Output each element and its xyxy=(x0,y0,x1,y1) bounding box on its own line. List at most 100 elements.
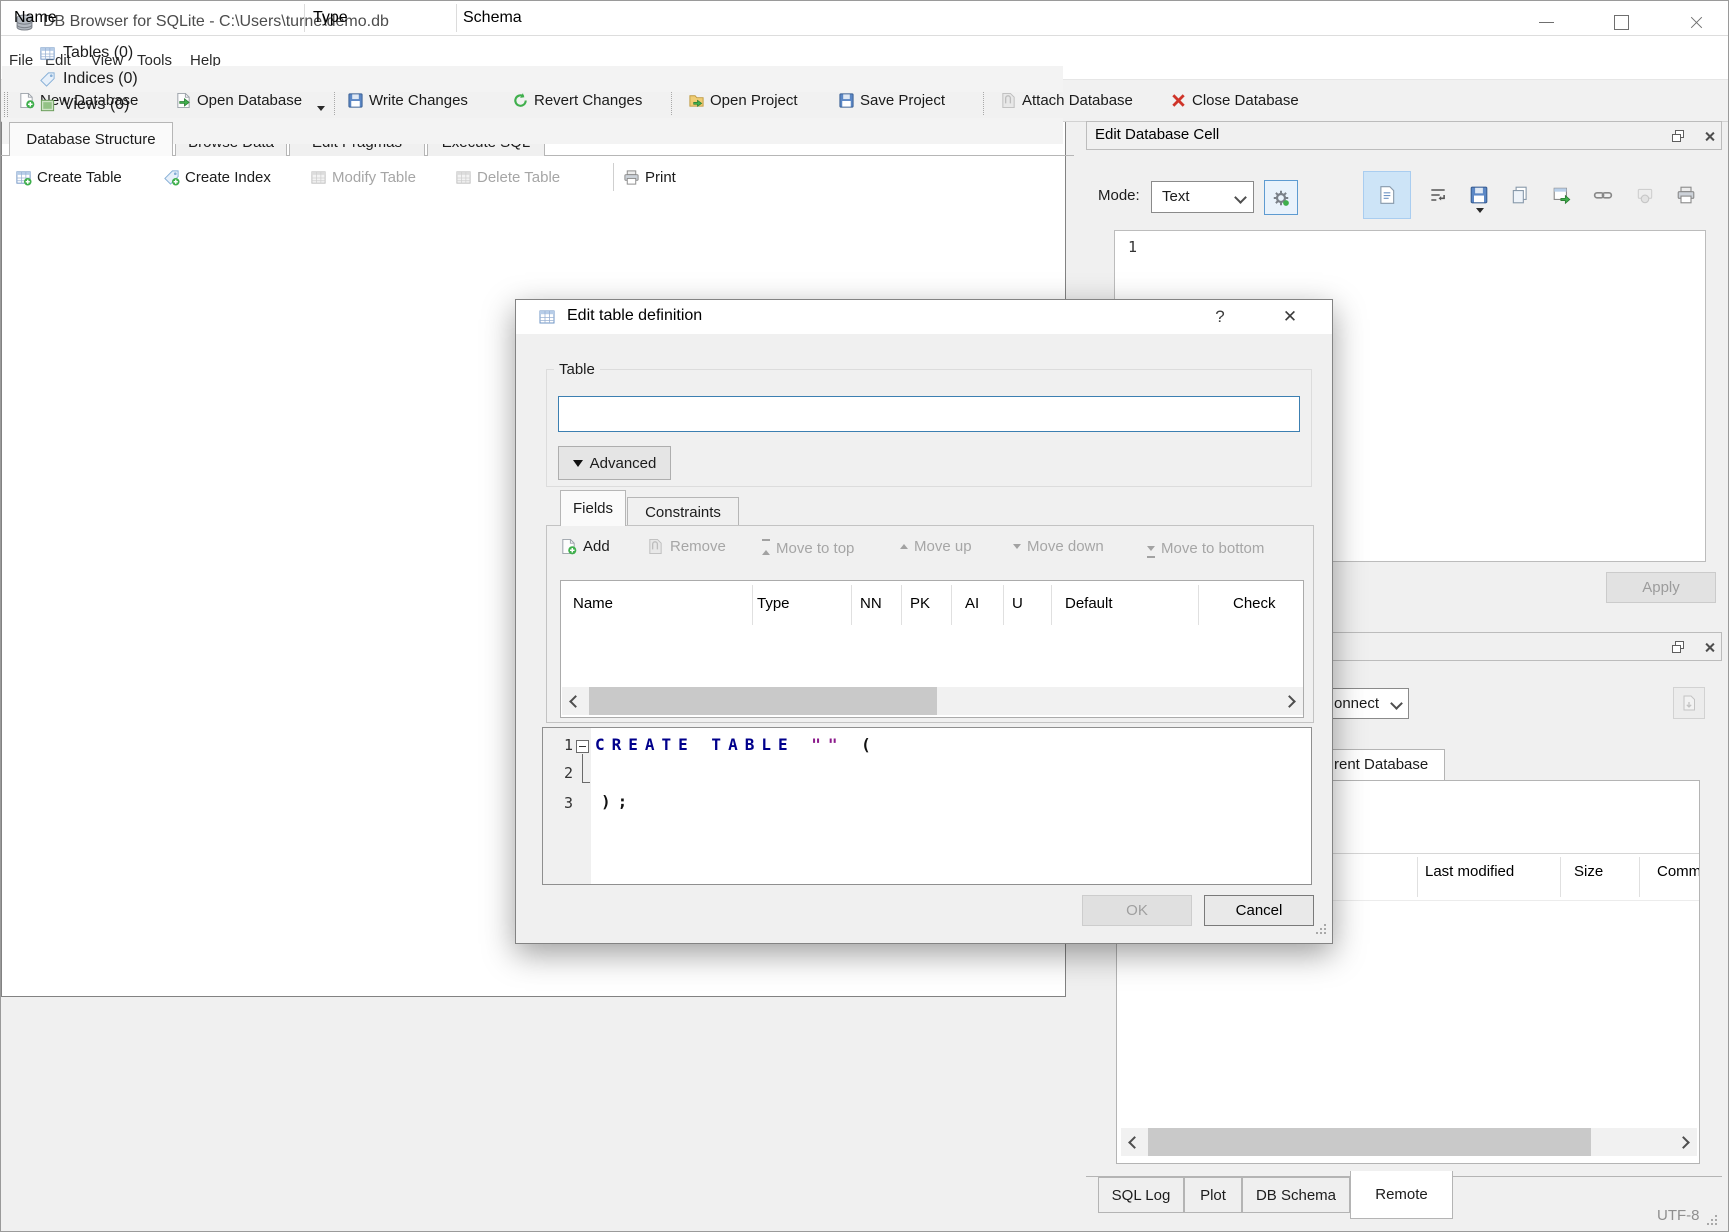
col-check[interactable]: Check xyxy=(1233,595,1276,612)
tab-label: Fields xyxy=(573,500,613,517)
hscrollbar-thumb[interactable] xyxy=(589,687,937,715)
move-down-button[interactable]: Move down xyxy=(1013,538,1104,555)
ok-button[interactable]: OK xyxy=(1082,895,1192,926)
tree-row-tables[interactable]: Tables (0) xyxy=(2,40,1063,66)
col-ai[interactable]: AI xyxy=(965,595,979,612)
tab-db-schema[interactable]: DB Schema xyxy=(1242,1177,1350,1213)
add-field-button[interactable]: Add xyxy=(560,538,610,555)
move-to-bottom-button[interactable]: Move to bottom xyxy=(1147,538,1264,559)
create-index-label: Create Index xyxy=(185,169,271,186)
open-window-icon xyxy=(1552,185,1572,205)
edit-table-dialog: Edit table definition ? ✕ Table Advanced… xyxy=(515,299,1333,944)
close-button[interactable] xyxy=(1678,1,1714,43)
col-u[interactable]: U xyxy=(1012,595,1023,612)
mode-combobox[interactable]: Text xyxy=(1151,181,1254,213)
print-cell-button[interactable] xyxy=(1676,185,1696,205)
tree-row-indices[interactable]: Indices (0) xyxy=(2,66,1063,92)
sql-preview-editor[interactable]: 1 2 3 CREATE TABLE "" ( ); xyxy=(542,727,1312,885)
tab-label: rent Database xyxy=(1334,756,1428,773)
word-wrap-button[interactable] xyxy=(1428,185,1448,205)
link-icon xyxy=(1593,185,1613,205)
create-table-button[interactable]: Create Table xyxy=(15,161,122,193)
remove-label: Remove xyxy=(670,538,726,555)
col-pk[interactable]: PK xyxy=(910,595,930,612)
document-mode-button[interactable] xyxy=(1377,185,1397,205)
apply-button[interactable]: Apply xyxy=(1606,572,1716,603)
scroll-right-arrow[interactable] xyxy=(1276,687,1303,715)
resize-grip[interactable] xyxy=(1707,1223,1709,1225)
advanced-button[interactable]: Advanced xyxy=(558,446,671,480)
sql-line-3: ); xyxy=(601,792,634,811)
tab-plot[interactable]: Plot xyxy=(1184,1177,1242,1213)
cancel-button[interactable]: Cancel xyxy=(1204,895,1314,926)
remote-push-button[interactable] xyxy=(1673,687,1705,719)
tab-label: DB Schema xyxy=(1256,1187,1336,1204)
modify-table-button[interactable]: Modify Table xyxy=(310,161,416,193)
dialog-help-button[interactable]: ? xyxy=(1204,302,1236,331)
delete-table-button[interactable]: Delete Table xyxy=(455,161,560,193)
move-up-button[interactable]: Move up xyxy=(900,538,972,555)
col-type[interactable]: Type xyxy=(757,595,790,612)
create-index-button[interactable]: Create Index xyxy=(163,161,271,193)
upload-icon xyxy=(1680,694,1698,712)
tree-column-type[interactable]: Type xyxy=(313,1,348,35)
tab-sql-log[interactable]: SQL Log xyxy=(1098,1177,1184,1213)
table-name-input[interactable] xyxy=(558,396,1300,432)
column-separator xyxy=(851,585,852,625)
remove-field-button[interactable]: Remove xyxy=(647,538,726,555)
dock-close-button[interactable] xyxy=(1699,638,1719,656)
column-commit[interactable]: Comm xyxy=(1657,863,1700,880)
copy-button[interactable] xyxy=(1510,185,1530,205)
tab-database-structure[interactable]: Database Structure xyxy=(9,122,173,156)
tag-icon xyxy=(39,71,56,88)
import-button[interactable] xyxy=(1469,185,1489,205)
open-external-button[interactable] xyxy=(1552,185,1572,205)
dialog-resize-grip[interactable] xyxy=(1316,932,1318,934)
set-null-button[interactable] xyxy=(1635,185,1655,205)
tab-remote[interactable]: Remote xyxy=(1350,1171,1453,1219)
col-default[interactable]: Default xyxy=(1065,595,1113,612)
tree-row-label: Tables (0) xyxy=(63,44,133,62)
chevron-down-icon xyxy=(1390,697,1403,710)
col-nn[interactable]: NN xyxy=(860,595,882,612)
move-down-label: Move down xyxy=(1027,538,1104,555)
maximize-button[interactable] xyxy=(1603,1,1639,43)
tree-row-views[interactable]: Views (0) xyxy=(2,92,1063,118)
minimize-button[interactable] xyxy=(1528,1,1564,43)
dock-close-button[interactable] xyxy=(1699,127,1719,145)
line-number: 1 xyxy=(543,736,573,754)
column-last-modified[interactable]: Last modified xyxy=(1425,863,1514,880)
hscrollbar-thumb[interactable] xyxy=(1148,1128,1591,1156)
column-separator xyxy=(901,585,902,625)
print-button[interactable]: Print xyxy=(623,161,676,193)
scroll-left-arrow[interactable] xyxy=(562,687,589,715)
col-name[interactable]: Name xyxy=(573,595,613,612)
remove-icon xyxy=(647,538,664,555)
tree-column-name[interactable]: Name xyxy=(14,1,57,35)
tab-label: Remote xyxy=(1375,1186,1428,1203)
tab-constraints[interactable]: Constraints xyxy=(627,497,739,526)
column-size[interactable]: Size xyxy=(1574,863,1603,880)
link-button[interactable] xyxy=(1593,185,1613,205)
tab-fields[interactable]: Fields xyxy=(560,490,626,526)
auto-mode-button[interactable] xyxy=(1264,180,1298,215)
dialog-close-button[interactable]: ✕ xyxy=(1274,302,1306,331)
tree-column-schema[interactable]: Schema xyxy=(463,1,522,35)
fields-grid: Name Type NN PK AI U Default Check xyxy=(560,580,1304,718)
dock-float-button[interactable] xyxy=(1668,127,1688,145)
toolbar-separator xyxy=(613,163,614,191)
close-database-button[interactable]: Close Database xyxy=(1170,80,1299,121)
move-to-top-button[interactable]: Move to top xyxy=(762,538,854,559)
dialog-titlebar[interactable]: Edit table definition ? ✕ xyxy=(516,300,1332,334)
apply-label: Apply xyxy=(1642,579,1680,596)
scroll-right-arrow[interactable] xyxy=(1670,1128,1697,1156)
mode-label: Mode: xyxy=(1098,187,1140,204)
editor-line-number: 1 xyxy=(1117,238,1137,256)
fold-marker-icon[interactable] xyxy=(576,740,589,753)
help-icon: ? xyxy=(1215,307,1224,327)
edit-cell-dock-titlebar[interactable]: Edit Database Cell xyxy=(1086,121,1722,150)
move-top-label: Move to top xyxy=(776,540,854,557)
dock-float-button[interactable] xyxy=(1668,638,1688,656)
scroll-left-arrow[interactable] xyxy=(1121,1128,1148,1156)
minimize-icon xyxy=(1539,22,1554,23)
